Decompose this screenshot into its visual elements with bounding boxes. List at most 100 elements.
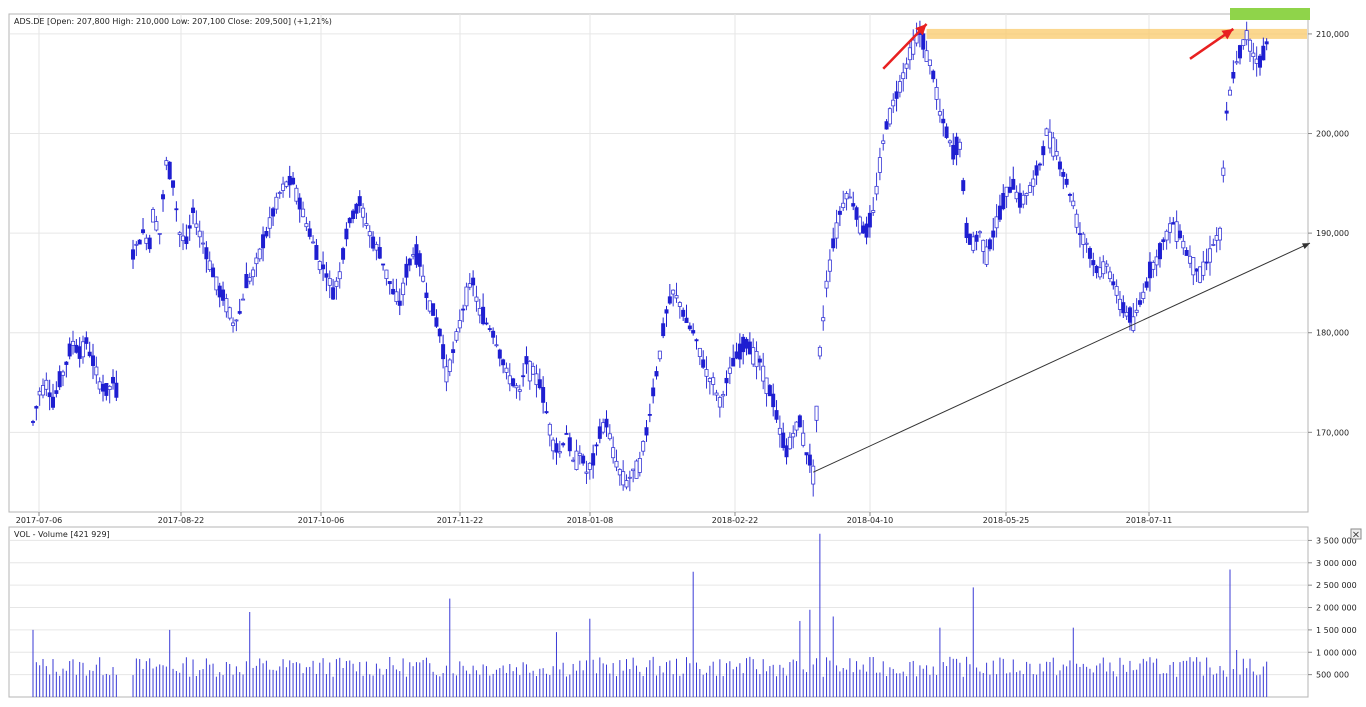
candle-body [217,285,222,298]
candle-body [1064,178,1069,185]
candle-body [487,328,492,330]
candle-body [1254,58,1259,64]
candle-body [254,257,259,265]
candle-body [1237,45,1242,59]
candle-body [387,281,392,285]
candle-body [1041,146,1046,156]
candle-body [697,347,702,357]
candle-body [891,99,896,107]
candle-body [1037,163,1042,166]
candle-body [1191,257,1196,276]
candle-body [957,141,962,150]
candle-body [61,371,66,376]
volume-y-tick-label: 1 000 000 [1316,648,1357,657]
candle-body [614,460,619,468]
price-y-tick-label: 210,000 [1316,30,1349,39]
close-volume-panel-button[interactable]: × [1350,528,1362,541]
candle-body [1154,256,1159,266]
x-tick-label: 2017-10-06 [298,516,345,525]
candle-body [897,81,902,93]
candle-body [287,175,292,186]
candle-body [1161,239,1166,243]
candle-body [594,444,599,447]
candle-body [834,222,839,239]
x-tick-label: 2017-11-22 [437,516,484,525]
candle-body [777,427,782,435]
candle-body [1164,230,1169,241]
candle-body [314,245,319,260]
candle-body [367,231,372,237]
candle-body [651,387,656,397]
candle-body [157,233,162,235]
candle-body [91,355,96,366]
candle-body [1094,265,1099,274]
candle-body [347,217,352,224]
candle-body [597,426,602,439]
candle-body [477,308,482,316]
candle-body [931,70,936,80]
candle-body [981,239,986,252]
candle-body [1034,165,1039,176]
candle-body [584,471,589,474]
candle-body [737,343,742,360]
candle-body [1231,71,1236,79]
candle-body [991,230,996,238]
candle-body [1194,268,1199,272]
candle-body [64,361,69,365]
candle-body [1014,191,1019,200]
price-y-tick-label: 170,000 [1316,428,1349,437]
candle-body [1151,262,1156,270]
candle-body [674,295,679,299]
candle-body [407,258,412,266]
candle-body [371,236,376,249]
candle-body [491,330,496,338]
candle-body [711,377,716,385]
candle-body [814,405,819,421]
candle-body [857,216,862,234]
candle-body [1117,298,1122,310]
candle-body [391,288,396,295]
candle-body [901,72,906,80]
candle-body [601,422,606,433]
candle-body [497,349,502,359]
candle-body [864,223,869,238]
candle-body [447,359,452,372]
candle-body [171,180,176,188]
candle-body [94,366,99,376]
candle-body [1061,171,1066,177]
candle-body [427,300,432,312]
candle-body [1177,230,1182,239]
candle-body [547,423,552,436]
candle-body [397,300,402,306]
candle-body [444,366,449,383]
candle-body [1067,193,1072,196]
candle-body [74,344,79,353]
candle-body [784,445,789,458]
candle-body [791,432,796,438]
candle-body [204,247,209,260]
candle-body [1021,194,1026,205]
candle-body [401,282,406,296]
candle-body [587,462,592,470]
candle-body [1087,248,1092,259]
candle-body [647,413,652,416]
candle-body [1214,235,1219,241]
candle-body [894,91,899,99]
candle-body [1004,186,1009,197]
x-tick-label: 2018-04-10 [847,516,894,525]
candle-body [324,273,329,278]
candle-body [1031,178,1036,187]
candle-body [1227,89,1232,96]
candle-body [854,207,859,220]
candle-body [1077,233,1082,235]
candle-body [561,443,566,446]
candle-body [327,278,332,286]
candle-body [504,367,509,373]
candle-body [381,263,386,266]
candle-body [34,406,39,409]
candle-body [471,277,476,286]
candle-body [574,450,579,470]
candle-body [721,394,726,397]
candle-body [531,365,536,375]
candle-body [1057,161,1062,170]
